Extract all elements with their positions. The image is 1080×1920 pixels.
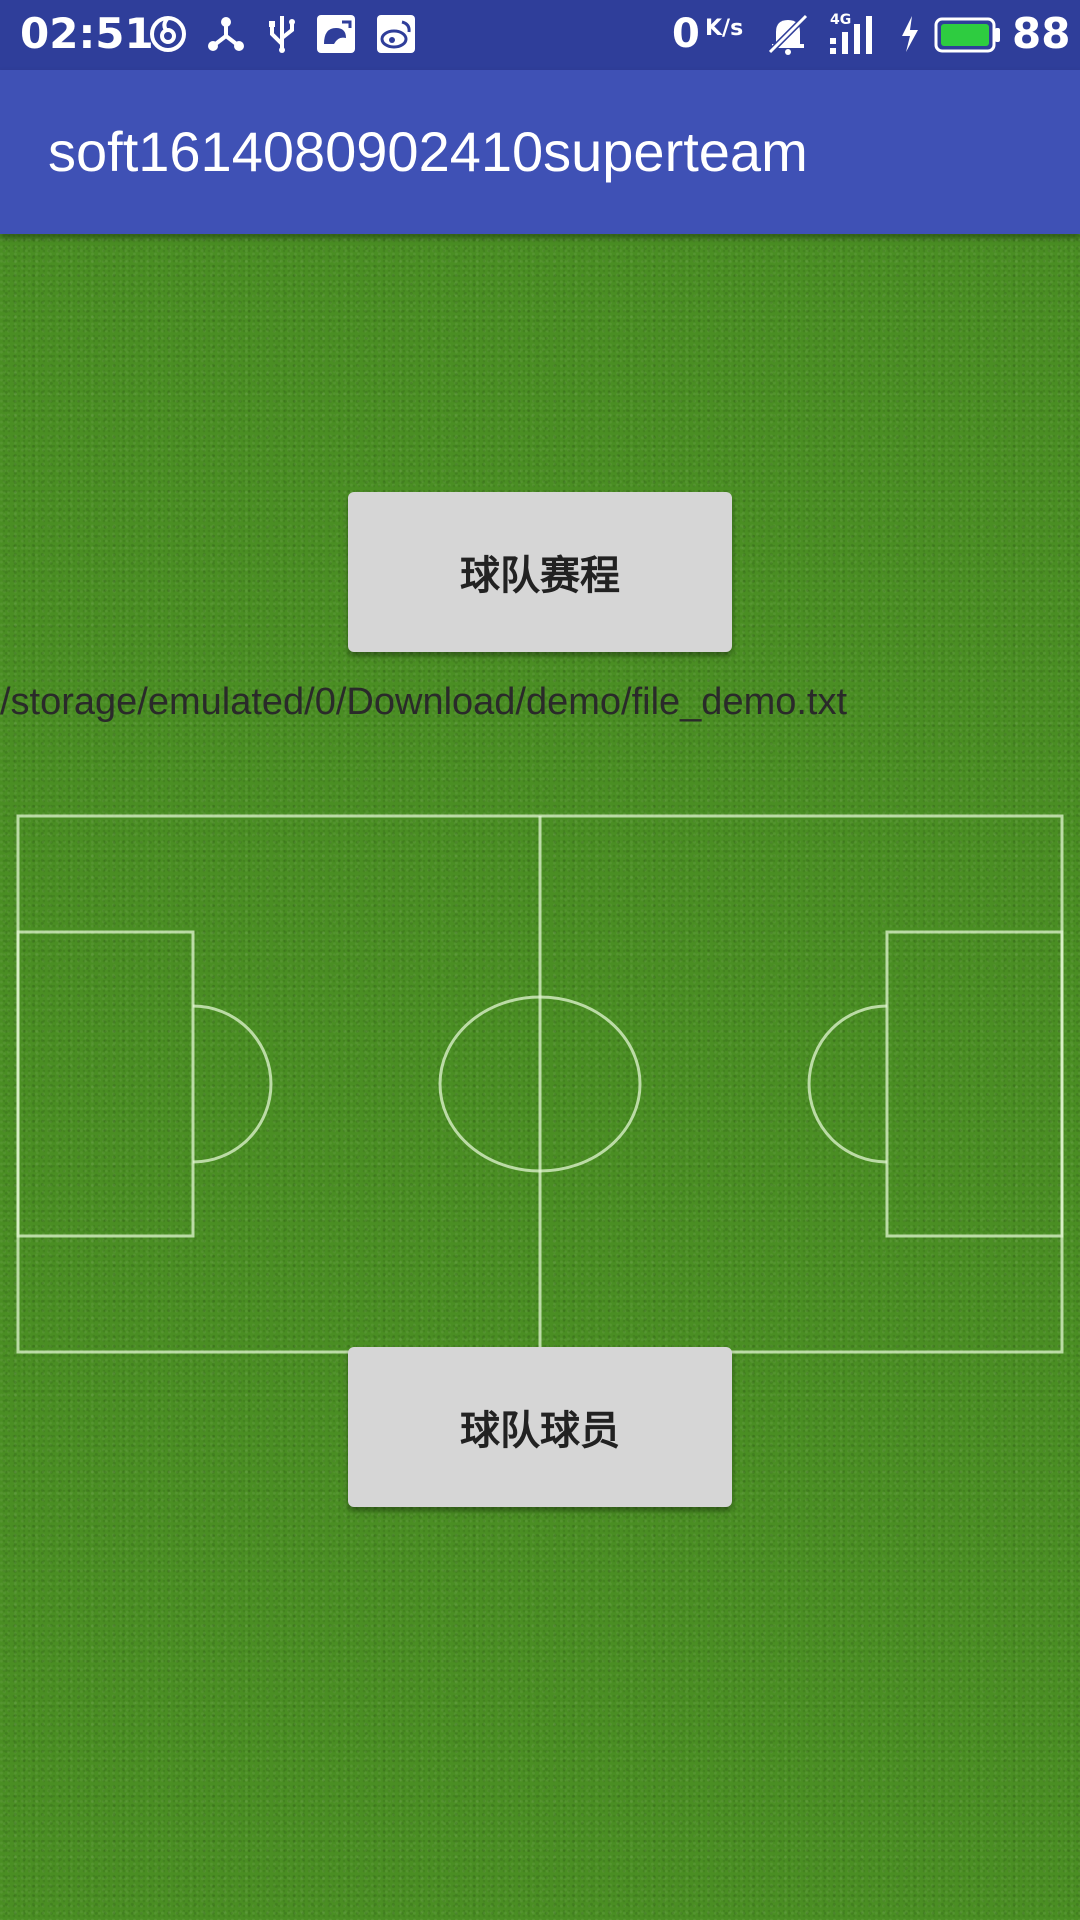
team-schedule-button[interactable]: 球队赛程: [348, 492, 732, 652]
pitch-left-arc: [192, 1004, 273, 1164]
team-players-button[interactable]: 球队球员: [348, 1347, 732, 1507]
pitch-right-arc: [807, 1004, 888, 1164]
usb-icon: [269, 16, 295, 53]
status-time: 02:51: [20, 9, 154, 58]
app-bar: soft1614080902410superteam: [0, 70, 1080, 234]
share-hub-icon: [208, 17, 244, 51]
app-screen: 02:51 0 K/s 4G 88 soft1614080902410super…: [0, 0, 1080, 1920]
team-players-button-label: 球队球员: [460, 1408, 620, 1454]
net-speed-unit: K/s: [705, 16, 744, 41]
battery-level-text: 88: [1012, 9, 1071, 58]
football-pitch-image: [16, 814, 1064, 1354]
status-bar: 02:51 0 K/s 4G 88: [0, 0, 1080, 70]
pitch-left-penalty-box: [16, 930, 195, 1238]
charging-icon: [902, 16, 918, 52]
uc-browser-icon: [317, 15, 355, 53]
netease-music-icon: [150, 16, 186, 52]
pitch-right-penalty-box: [885, 930, 1064, 1238]
team-schedule-button-label: 球队赛程: [460, 553, 620, 599]
app-title: soft1614080902410superteam: [48, 120, 808, 183]
signal-icon: [830, 16, 872, 54]
battery-icon: [934, 17, 1000, 53]
file-path-text: /storage/emulated/0/Download/demo/file_d…: [0, 681, 848, 723]
weibo-icon: [377, 15, 415, 53]
net-speed-value: 0: [672, 11, 700, 57]
mute-bell-icon: [767, 13, 809, 55]
